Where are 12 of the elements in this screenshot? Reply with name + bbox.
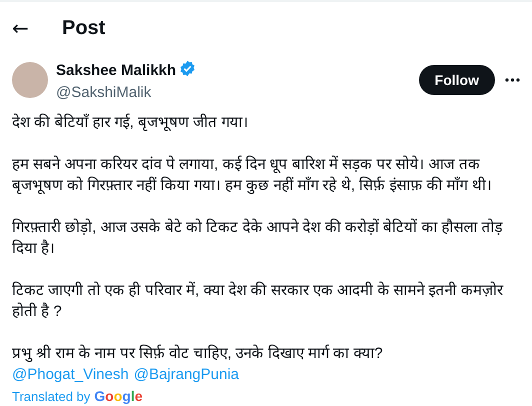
post-paragraph: प्रभु श्री राम के नाम पर सिर्फ़ वोट चाहिए, उनके दिखाए मार्ग का क्या? xyxy=(12,344,384,364)
page-title: Post xyxy=(62,16,106,40)
follow-button[interactable]: Follow xyxy=(418,65,495,95)
google-logo: Google xyxy=(94,387,143,406)
post-paragraph: गिरफ़्तारी छोड़ो, आज उसके बेटे को टिकट देके आपने देश की करोड़ों बेटियों का हौसला तोड़ दिया है। xyxy=(12,218,504,259)
author-name[interactable]: Sakshee Malikkh xyxy=(56,62,176,79)
author-handle[interactable]: @SakshiMalik xyxy=(56,84,419,100)
post-paragraph: हम सबने अपना करियर दांव पे लगाया, कई दिन धूप बारिश में सड़क पर सोये। आज तक बृजभूषण को गिरफ़्तार नहीं किया गया। हम कुछ नहीं माँग रहे थे, सिर्फ़ इंसाफ़ की माँग थी। xyxy=(12,154,493,196)
post-paragraph: देश की बेटियाँ हार गई, बृजभूषण जीत गया। xyxy=(12,112,250,133)
more-options-icon[interactable] xyxy=(505,78,520,82)
back-arrow-icon[interactable]: ← xyxy=(12,18,62,38)
post-paragraph: टिकट जाएगी तो एक ही परिवार में, क्या देश की सरकार एक आदमी के सामने इतनी कमज़ोर होती है ? xyxy=(12,280,504,322)
